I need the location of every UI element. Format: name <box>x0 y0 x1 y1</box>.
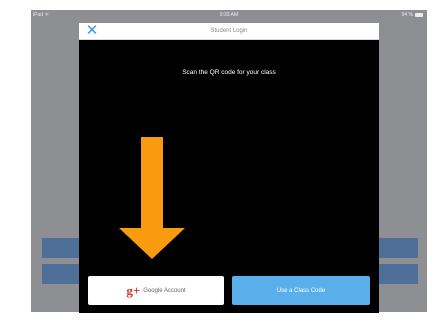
modal-title: Student Login <box>210 28 248 34</box>
use-class-code-button[interactable]: Use a Class Code <box>232 276 370 305</box>
google-account-button[interactable]: g+ Google Account <box>88 276 224 305</box>
google-account-label: Google Account <box>143 287 186 294</box>
google-plus-icon: g+ <box>126 283 141 298</box>
status-bar: iPad ᯤ 9:33 AM 94 % <box>31 10 427 20</box>
student-login-modal: ✕ Student Login Scan the QR code for you… <box>79 23 379 313</box>
battery-percentage: 94 % <box>401 12 413 18</box>
scan-instruction: Scan the QR code for your class <box>182 69 276 76</box>
down-arrow-icon <box>119 137 185 259</box>
clock: 9:33 AM <box>219 12 239 18</box>
battery-icon <box>415 13 423 17</box>
arrow-shape <box>119 137 185 259</box>
class-code-label: Use a Class Code <box>276 287 326 294</box>
modal-header: ✕ Student Login <box>79 23 379 40</box>
